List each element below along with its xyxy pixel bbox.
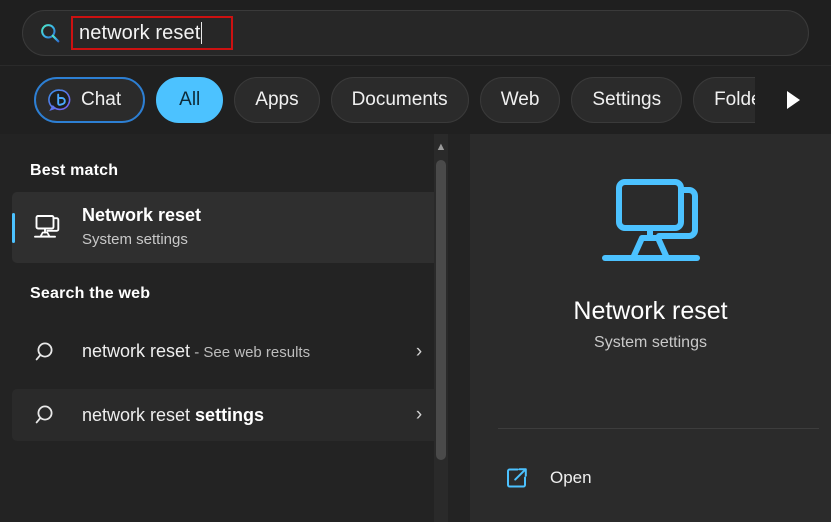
chevron-right-icon: › [415, 341, 423, 362]
filter-tabs: Chat All Apps Documents Web Settings Fol… [0, 66, 831, 134]
scrollbar-thumb[interactable] [436, 160, 446, 460]
tab-web[interactable]: Web [479, 77, 561, 123]
tab-web-label: Web [500, 89, 540, 110]
tab-apps-label: Apps [255, 89, 299, 110]
tab-all[interactable]: All [156, 77, 224, 123]
windows-search-flyout: network reset Chat All Apps Documents We… [0, 0, 831, 522]
result-item-network-reset[interactable]: Network reset System settings [12, 192, 440, 263]
open-external-icon [504, 466, 530, 490]
result-item-subtitle: System settings [82, 231, 188, 248]
preview-action-open[interactable]: Open [490, 456, 606, 500]
tab-settings-label: Settings [592, 89, 662, 110]
result-item-text: Network reset System settings [82, 204, 430, 251]
preview-divider [498, 428, 819, 429]
web-result-label-1: network reset settings [82, 402, 402, 429]
search-input[interactable]: network reset [79, 18, 200, 48]
web-result-bold-1: settings [195, 404, 265, 425]
web-result-text-1: network reset settings [82, 402, 402, 429]
search-icon [39, 22, 61, 44]
search-body: Best match Network reset System settings [0, 134, 831, 522]
search-header: network reset [0, 0, 831, 66]
tab-all-label: All [179, 89, 201, 110]
web-result-item-1[interactable]: network reset settings › [12, 389, 440, 441]
tab-chat-label: Chat [81, 89, 122, 110]
next-arrow-icon [786, 91, 800, 109]
web-result-query-1: network reset [82, 404, 196, 425]
results-list: Best match Network reset System settings [0, 134, 470, 522]
selection-accent-bar [12, 212, 15, 243]
preview-network-monitor-icon [597, 172, 705, 277]
tabs-next-button[interactable] [755, 66, 831, 134]
tab-documents[interactable]: Documents [330, 77, 469, 123]
tab-chat[interactable]: Chat [34, 77, 146, 123]
copilot-chat-icon [48, 88, 72, 112]
result-item-title: Network reset [82, 205, 202, 225]
preview-subtitle: System settings [594, 334, 707, 351]
tab-documents-label: Documents [351, 89, 448, 110]
network-monitor-icon [28, 212, 66, 244]
text-caret [201, 21, 203, 44]
web-result-label-0: network reset - See web results [82, 338, 402, 366]
results-scrollbar[interactable]: ▲ [434, 134, 448, 522]
search-icon [28, 402, 66, 428]
tab-settings[interactable]: Settings [571, 77, 683, 123]
search-box[interactable]: network reset [22, 9, 809, 56]
chevron-right-icon: › [415, 404, 423, 425]
preview-title: Network reset [573, 297, 728, 325]
search-input-highlight[interactable]: network reset [71, 15, 233, 50]
preview-action-open-label: Open [550, 468, 592, 487]
tab-apps[interactable]: Apps [234, 77, 320, 123]
web-result-suffix-0: - See web results [190, 344, 311, 361]
web-result-item-0[interactable]: network reset - See web results › [12, 315, 440, 389]
web-result-query-0: network reset [82, 341, 191, 361]
web-result-text-0: network reset - See web results [82, 338, 402, 366]
best-match-heading: Best match [30, 162, 119, 179]
search-icon [28, 339, 66, 365]
preview-panel: Network reset System settings Open [470, 134, 831, 522]
chevron-up-icon[interactable]: ▲ [434, 134, 448, 160]
search-web-heading: Search the web [30, 285, 151, 302]
